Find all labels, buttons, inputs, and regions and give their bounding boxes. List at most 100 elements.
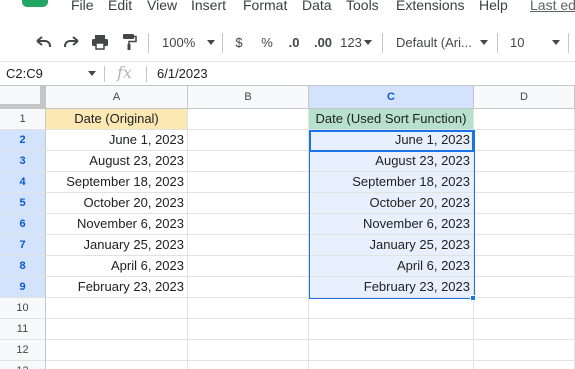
row-header[interactable]: 8 bbox=[0, 256, 46, 277]
menu-extensions[interactable]: Extensions bbox=[396, 0, 464, 14]
table-cell[interactable] bbox=[474, 319, 575, 340]
table-cell[interactable] bbox=[474, 235, 575, 256]
paint-format-icon[interactable] bbox=[118, 25, 140, 59]
sheets-logo-icon[interactable] bbox=[22, 0, 48, 7]
row-header[interactable]: 12 bbox=[0, 340, 46, 361]
table-cell[interactable] bbox=[474, 172, 575, 193]
table-cell[interactable] bbox=[309, 319, 474, 340]
header-cell-c1[interactable]: Date (Used Sort Function) bbox=[309, 109, 474, 130]
row-header[interactable]: 2 bbox=[0, 130, 46, 151]
table-cell[interactable] bbox=[309, 298, 474, 319]
table-cell-c[interactable]: January 25, 2023 bbox=[309, 235, 474, 256]
font-select[interactable]: Default (Ari... bbox=[390, 25, 490, 59]
table-cell-c[interactable]: April 6, 2023 bbox=[309, 256, 474, 277]
menu-insert[interactable]: Insert bbox=[191, 0, 226, 14]
print-icon[interactable] bbox=[89, 25, 111, 59]
table-cell[interactable] bbox=[309, 340, 474, 361]
table-cell[interactable] bbox=[474, 214, 575, 235]
row-header[interactable]: 11 bbox=[0, 319, 46, 340]
table-cell[interactable] bbox=[474, 256, 575, 277]
row-header[interactable]: 1 bbox=[0, 109, 46, 130]
table-cell[interactable] bbox=[188, 235, 309, 256]
freeze-row-handle[interactable] bbox=[0, 104, 45, 108]
menu-tools[interactable]: Tools bbox=[346, 0, 379, 14]
chevron-down-icon[interactable] bbox=[88, 71, 96, 76]
table-cell-c[interactable]: September 18, 2023 bbox=[309, 172, 474, 193]
row-header[interactable]: 5 bbox=[0, 193, 46, 214]
table-cell-a[interactable]: April 6, 2023 bbox=[46, 256, 188, 277]
decrease-decimal-button[interactable]: .0 bbox=[283, 25, 305, 59]
increase-decimal-button[interactable]: .00 bbox=[310, 25, 336, 59]
spreadsheet-grid[interactable]: A B C D 1 Date (Original) Date (Used Sort … bbox=[0, 86, 575, 369]
header-cell-a1[interactable]: Date (Original) bbox=[46, 109, 188, 130]
table-cell[interactable] bbox=[188, 172, 309, 193]
redo-icon[interactable] bbox=[61, 25, 83, 59]
row-header[interactable]: 4 bbox=[0, 172, 46, 193]
table-cell-c[interactable]: October 20, 2023 bbox=[309, 193, 474, 214]
table-cell-c[interactable]: November 6, 2023 bbox=[309, 214, 474, 235]
row-header[interactable]: 9 bbox=[0, 277, 46, 298]
table-cell-a[interactable]: October 20, 2023 bbox=[46, 193, 188, 214]
toolbar: 100% $ % .0 .00 123 Default (Ari... 10 bbox=[0, 25, 575, 59]
table-cell-c[interactable]: June 1, 2023 bbox=[309, 130, 474, 151]
table-cell[interactable] bbox=[46, 340, 188, 361]
table-cell-a[interactable]: June 1, 2023 bbox=[46, 130, 188, 151]
table-cell[interactable] bbox=[474, 193, 575, 214]
table-cell[interactable] bbox=[46, 298, 188, 319]
table-cell[interactable] bbox=[46, 361, 188, 369]
table-cell-c[interactable]: February 23, 2023 bbox=[309, 277, 474, 298]
table-cell-a[interactable]: November 6, 2023 bbox=[46, 214, 188, 235]
table-cell[interactable] bbox=[474, 151, 575, 172]
row-header[interactable]: 7 bbox=[0, 235, 46, 256]
table-cell[interactable] bbox=[188, 340, 309, 361]
row-header[interactable]: 3 bbox=[0, 151, 46, 172]
menu-data[interactable]: Data bbox=[302, 0, 332, 14]
column-header-d[interactable]: D bbox=[474, 86, 575, 109]
table-cell[interactable] bbox=[188, 361, 309, 369]
row-header[interactable]: 10 bbox=[0, 298, 46, 319]
table-cell[interactable] bbox=[188, 298, 309, 319]
menu-file[interactable]: File bbox=[71, 0, 94, 14]
table-cell[interactable] bbox=[46, 319, 188, 340]
currency-format-button[interactable]: $ bbox=[230, 25, 248, 59]
menu-view[interactable]: View bbox=[147, 0, 177, 14]
menu-help[interactable]: Help bbox=[479, 0, 508, 14]
last-edit-link[interactable]: Last ed bbox=[530, 0, 575, 14]
column-header-b[interactable]: B bbox=[188, 86, 309, 109]
table-cell-a[interactable]: January 25, 2023 bbox=[46, 235, 188, 256]
table-cell[interactable] bbox=[188, 319, 309, 340]
select-all-corner[interactable] bbox=[0, 86, 46, 109]
column-header-a[interactable]: A bbox=[46, 86, 188, 109]
table-cell-a[interactable]: August 23, 2023 bbox=[46, 151, 188, 172]
row-header[interactable]: 13 bbox=[0, 361, 46, 369]
formula-input[interactable]: 6/1/2023 bbox=[157, 66, 208, 81]
table-cell[interactable] bbox=[474, 277, 575, 298]
table-cell-c[interactable]: August 23, 2023 bbox=[309, 151, 474, 172]
table-cell-a[interactable]: February 23, 2023 bbox=[46, 277, 188, 298]
menu-edit[interactable]: Edit bbox=[108, 0, 132, 14]
table-cell[interactable] bbox=[188, 277, 309, 298]
table-cell[interactable] bbox=[474, 298, 575, 319]
table-cell[interactable] bbox=[474, 109, 575, 130]
fill-handle[interactable] bbox=[470, 295, 476, 301]
menu-format[interactable]: Format bbox=[243, 0, 287, 14]
undo-icon[interactable] bbox=[32, 25, 54, 59]
table-cell[interactable] bbox=[474, 361, 575, 369]
table-cell[interactable] bbox=[474, 340, 575, 361]
more-formats-button[interactable]: 123 bbox=[339, 25, 373, 59]
table-cell-a[interactable]: September 18, 2023 bbox=[46, 172, 188, 193]
table-cell[interactable] bbox=[309, 361, 474, 369]
name-box[interactable]: C2:C9 bbox=[6, 66, 43, 81]
table-cell[interactable] bbox=[188, 130, 309, 151]
table-cell[interactable] bbox=[188, 256, 309, 277]
row-header[interactable]: 6 bbox=[0, 214, 46, 235]
table-cell[interactable] bbox=[188, 109, 309, 130]
table-cell[interactable] bbox=[188, 151, 309, 172]
zoom-select[interactable]: 100% bbox=[156, 25, 216, 59]
percent-format-button[interactable]: % bbox=[258, 25, 276, 59]
table-cell[interactable] bbox=[474, 130, 575, 151]
column-header-c[interactable]: C bbox=[309, 86, 474, 109]
table-cell[interactable] bbox=[188, 193, 309, 214]
font-size-select[interactable]: 10 bbox=[504, 25, 564, 59]
table-cell[interactable] bbox=[188, 214, 309, 235]
